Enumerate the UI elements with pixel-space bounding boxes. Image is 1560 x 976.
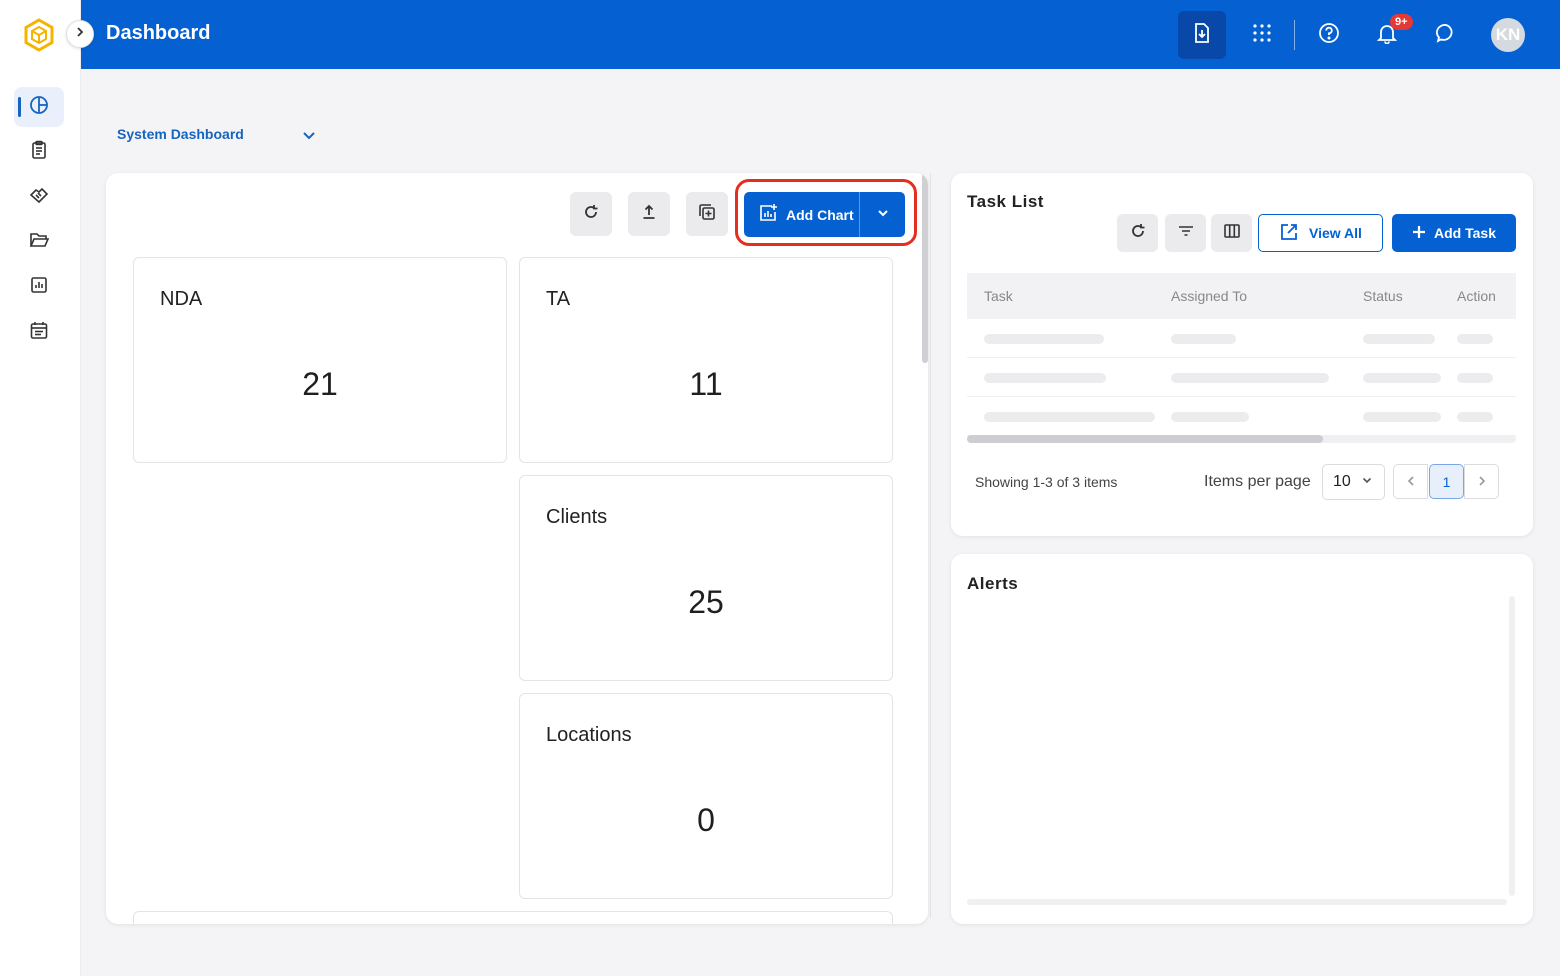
chevron-right-icon	[74, 25, 86, 43]
user-avatar[interactable]: KN	[1491, 18, 1525, 52]
apps-grid-icon	[1252, 23, 1272, 48]
panel-scrollbar[interactable]	[922, 173, 928, 363]
calendar-icon	[29, 320, 49, 345]
help-circle-icon	[1318, 22, 1340, 49]
sidebar-item-reports[interactable]	[14, 267, 64, 307]
sidebar-item-calendar[interactable]	[14, 312, 64, 352]
help-button[interactable]	[1305, 11, 1353, 59]
duplicate-button[interactable]	[686, 192, 728, 236]
task-columns-button[interactable]	[1211, 214, 1252, 252]
stat-card-ta[interactable]: TA 11	[519, 257, 893, 463]
bar-chart-icon	[29, 275, 49, 300]
card-value: 25	[688, 584, 724, 620]
chat-button[interactable]	[1422, 11, 1470, 59]
notifications-button[interactable]: 9+	[1363, 11, 1413, 59]
chart-add-icon	[758, 203, 778, 226]
charts-panel: Add Chart NDA 21 TA 11 Clients 25 Locati…	[106, 173, 928, 924]
card-value: 0	[697, 802, 715, 838]
alerts-horizontal-scrollbar[interactable]	[967, 899, 1507, 905]
column-header-assigned-to[interactable]: Assigned To	[1171, 288, 1247, 304]
top-header: Dashboard 9+ KN	[81, 0, 1560, 69]
upload-button[interactable]	[628, 192, 670, 236]
column-header-task[interactable]: Task	[984, 288, 1013, 304]
task-list-panel: Task List View All Add Task Task Assigne…	[951, 173, 1533, 536]
plus-icon	[1412, 225, 1426, 242]
refresh-button[interactable]	[570, 192, 612, 236]
stat-card-locations[interactable]: Locations 0	[519, 693, 893, 899]
sidebar-item-tasks[interactable]	[14, 132, 64, 172]
handshake-icon	[29, 185, 49, 210]
download-button[interactable]	[1178, 11, 1226, 59]
add-chart-dropdown-button[interactable]	[860, 192, 905, 237]
task-refresh-button[interactable]	[1117, 214, 1158, 252]
filter-icon	[1177, 222, 1195, 245]
notification-badge: 9+	[1390, 14, 1413, 30]
card-value: 21	[302, 366, 338, 402]
expand-sidebar-button[interactable]	[66, 20, 94, 48]
add-chart-label: Add Chart	[786, 206, 854, 223]
pagination-prev-button[interactable]	[1393, 464, 1428, 499]
column-header-action[interactable]: Action	[1457, 288, 1496, 304]
add-task-button[interactable]: Add Task	[1392, 214, 1516, 252]
columns-icon	[1223, 222, 1241, 245]
sidebar-item-documents[interactable]	[14, 222, 64, 262]
header-divider	[1294, 20, 1295, 50]
page-title: Dashboard	[106, 22, 211, 44]
add-task-label: Add Task	[1434, 225, 1496, 241]
task-list-title: Task List	[967, 192, 1044, 211]
stat-card-nda[interactable]: NDA 21	[133, 257, 507, 463]
pagination-page-1[interactable]: 1	[1429, 464, 1464, 499]
sidebar-item-dashboard[interactable]	[14, 87, 64, 127]
table-row-skeleton	[967, 358, 1516, 397]
card-title: NDA	[160, 288, 203, 310]
copy-plus-icon	[698, 203, 716, 226]
apps-button[interactable]	[1238, 11, 1286, 59]
task-table-header: Task Assigned To Status Action	[967, 273, 1516, 319]
chevron-down-icon	[876, 206, 890, 223]
stat-card-partial	[133, 911, 893, 924]
sidebar-item-agreements[interactable]	[14, 177, 64, 217]
sidebar	[0, 0, 81, 976]
task-filter-button[interactable]	[1165, 214, 1206, 252]
refresh-icon	[583, 204, 599, 225]
items-per-page-value: 10	[1333, 473, 1351, 490]
chevron-down-icon[interactable]	[301, 127, 317, 148]
add-chart-button[interactable]: Add Chart	[744, 192, 905, 237]
card-title: Clients	[546, 506, 608, 528]
refresh-icon	[1130, 223, 1146, 244]
dashboard-select[interactable]: System Dashboard	[117, 126, 244, 142]
pie-chart-icon	[29, 95, 49, 120]
table-row-skeleton	[967, 397, 1516, 436]
clipboard-icon	[29, 140, 49, 165]
folder-open-icon	[29, 230, 50, 255]
chevron-left-icon	[1405, 474, 1417, 490]
card-title: TA	[546, 288, 571, 310]
external-link-icon	[1279, 222, 1299, 245]
upload-icon	[641, 204, 657, 225]
stat-card-clients[interactable]: Clients 25	[519, 475, 893, 681]
app-logo-icon[interactable]	[22, 18, 56, 52]
alerts-panel: Alerts	[951, 554, 1533, 924]
view-all-button[interactable]: View All	[1258, 214, 1383, 252]
items-per-page-select[interactable]: 10	[1322, 464, 1385, 500]
items-per-page-label: Items per page	[1204, 473, 1311, 490]
pagination-summary: Showing 1-3 of 3 items	[975, 474, 1118, 490]
file-download-icon	[1191, 22, 1213, 49]
card-title: Locations	[546, 724, 632, 746]
add-chart-main[interactable]: Add Chart	[744, 192, 860, 237]
chat-bubble-icon	[1435, 22, 1457, 49]
table-scrollbar[interactable]	[967, 435, 1323, 443]
panel-divider	[930, 173, 931, 918]
table-row-skeleton	[967, 319, 1516, 358]
pagination-next-button[interactable]	[1464, 464, 1499, 499]
chevron-right-icon	[1476, 474, 1488, 490]
column-header-status[interactable]: Status	[1363, 288, 1403, 304]
alerts-vertical-scrollbar[interactable]	[1509, 596, 1515, 896]
chevron-down-icon	[1361, 473, 1373, 491]
view-all-label: View All	[1309, 225, 1362, 241]
card-value: 11	[689, 366, 723, 402]
alerts-title: Alerts	[967, 574, 1019, 593]
